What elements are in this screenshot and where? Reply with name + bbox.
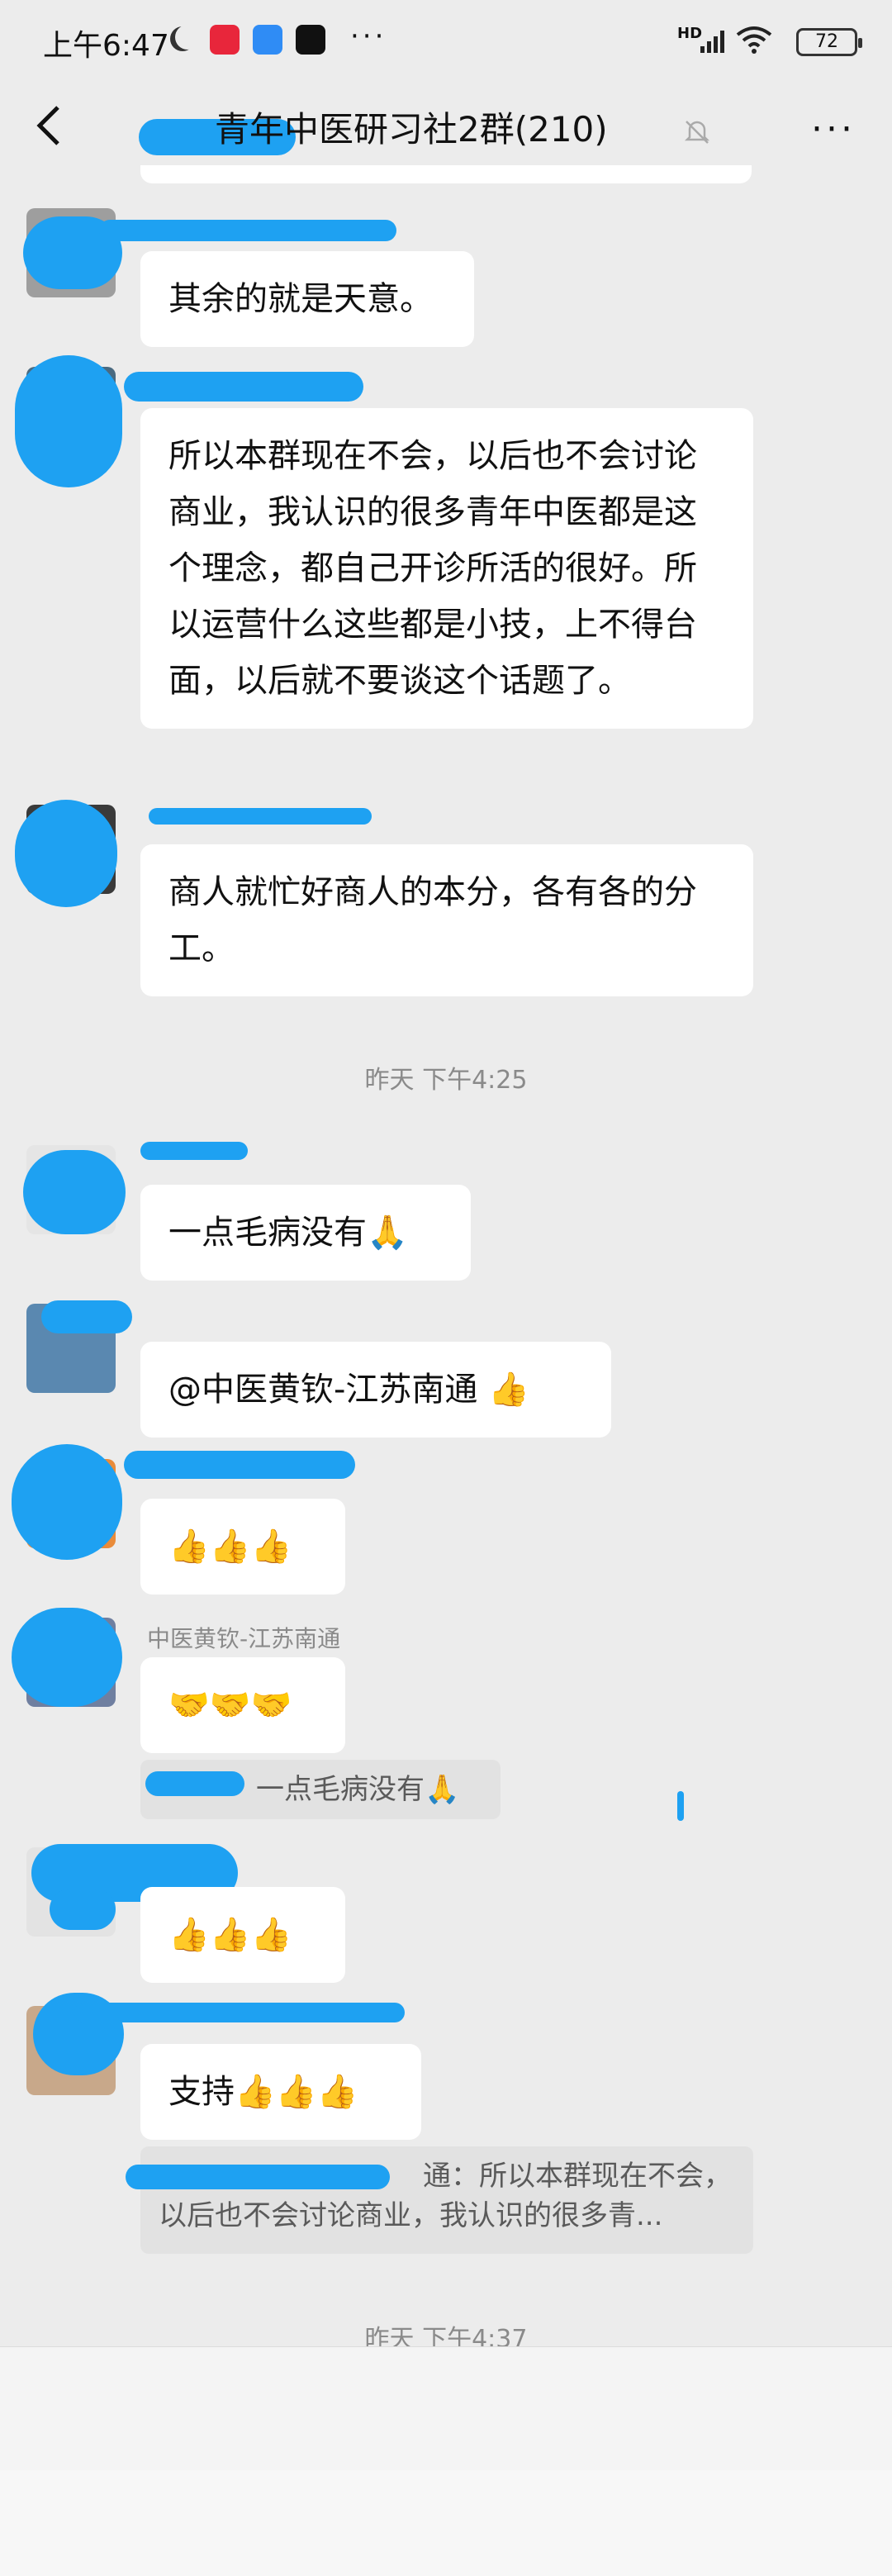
- status-time: 上午6:47: [43, 29, 169, 63]
- message-bubble[interactable]: 👍👍👍: [140, 1499, 345, 1595]
- redaction-scribble: [677, 1791, 684, 1821]
- redaction-scribble: [50, 1889, 116, 1930]
- back-button[interactable]: [33, 101, 83, 159]
- redaction-scribble: [126, 2165, 390, 2189]
- signal-icon: [700, 28, 728, 53]
- message-bubble[interactable]: 支持👍👍👍: [140, 2044, 421, 2140]
- message-bubble[interactable]: @中医黄钦-江苏南通 👍: [140, 1342, 611, 1438]
- redaction-scribble: [74, 2003, 405, 2022]
- chevron-left-icon: [36, 106, 59, 145]
- redaction-scribble: [99, 220, 396, 241]
- redaction-scribble: [15, 800, 117, 907]
- more-options-button[interactable]: ···: [811, 101, 856, 159]
- mute-bell-icon: [682, 117, 712, 147]
- input-panel: [0, 2470, 892, 2576]
- time-separator: 昨天 下午4:25: [364, 1066, 528, 1095]
- chat-header: 青年中医研习社2群(210) ···: [0, 86, 892, 177]
- redaction-scribble: [12, 1444, 122, 1560]
- redaction-scribble: [23, 1150, 126, 1234]
- battery-icon: 72: [796, 28, 862, 56]
- message-bubble[interactable]: 所以本群现在不会，以后也不会讨论商业，我认识的很多青年中医都是这个理念，都自己开…: [140, 408, 753, 729]
- cloud-icon: [253, 25, 282, 55]
- message-bubble[interactable]: 其余的就是天意。: [140, 251, 474, 347]
- message-bubble[interactable]: 一点毛病没有🙏: [140, 1185, 471, 1281]
- partial-bubble: [140, 165, 752, 183]
- tiktok-icon: [296, 25, 325, 55]
- message-bubble[interactable]: 🤝🤝🤝: [140, 1657, 345, 1753]
- moon-icon: [170, 26, 195, 51]
- input-bar[interactable]: [0, 2346, 892, 2470]
- message-bubble[interactable]: 商人就忙好商人的本分，各有各的分工。: [140, 844, 753, 996]
- redaction-scribble: [15, 355, 122, 487]
- sender-nickname: 中医黄钦-江苏南通: [147, 1625, 341, 1652]
- app-notification-icon: [210, 25, 240, 55]
- redaction-scribble: [149, 808, 372, 825]
- wifi-icon: [735, 25, 773, 55]
- more-notifications-icon: ···: [350, 20, 387, 53]
- quoted-text: 一点毛病没有🙏: [256, 1773, 460, 1806]
- quoted-line: 以后也不会讨论商业，我认识的很多青...: [159, 2199, 663, 2232]
- redaction-scribble: [145, 1771, 244, 1796]
- network-label: HD: [677, 25, 703, 42]
- chat-title[interactable]: 青年中医研习社2群(210): [215, 101, 608, 159]
- redaction-scribble: [140, 1142, 248, 1160]
- quoted-reply[interactable]: 通：所以本群现在不会， 以后也不会讨论商业，我认识的很多青...: [140, 2146, 753, 2254]
- message-bubble[interactable]: 👍👍👍: [140, 1887, 345, 1983]
- redaction-scribble: [124, 372, 363, 402]
- redaction-scribble: [41, 1300, 132, 1333]
- redaction-scribble: [124, 1451, 355, 1479]
- status-bar: 上午6:47 ··· HD 72: [0, 0, 892, 86]
- redaction-scribble: [12, 1608, 122, 1707]
